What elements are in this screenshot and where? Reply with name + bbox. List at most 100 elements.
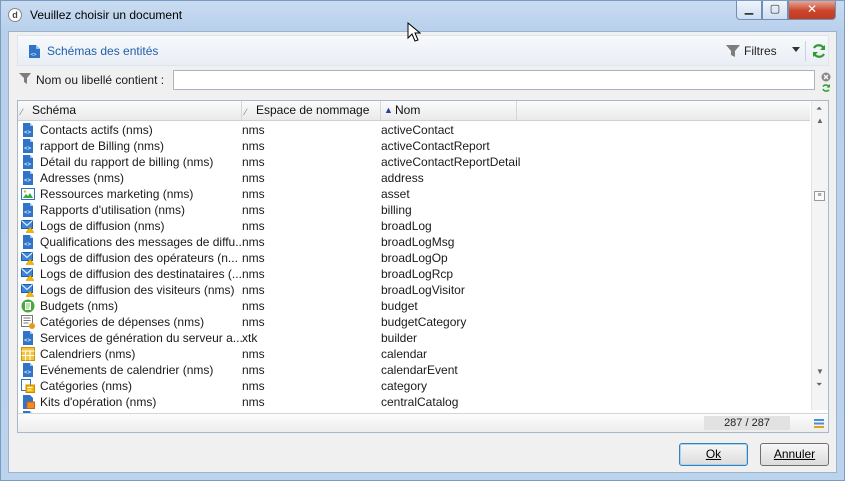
chevron-down-icon[interactable] xyxy=(792,47,800,52)
scroll-bottom-icon[interactable]: ⏷ xyxy=(816,380,822,390)
maximize-button[interactable]: ▢ xyxy=(762,1,788,20)
asset-image-icon xyxy=(21,187,35,201)
filters-button[interactable]: Filtres xyxy=(744,44,777,58)
row-schema-label: rapport de Billing (nms) xyxy=(40,139,165,153)
close-button[interactable]: ✕ xyxy=(788,1,836,20)
scroll-down-icon[interactable]: ▼ xyxy=(816,367,824,376)
svg-text:<>: <> xyxy=(24,337,32,344)
table-row[interactable]: <> Rapports d'utilisation (nms) nms billing xyxy=(18,202,810,218)
row-name: activeContactReport xyxy=(381,139,490,153)
row-name: broadLogRcp xyxy=(381,267,454,281)
vertical-scrollbar[interactable]: ⏶ ▲ ≡ ▼ ⏷ xyxy=(811,101,828,410)
title-bar[interactable]: d Veuillez choisir un document ▁ ▢ ✕ xyxy=(1,1,844,31)
table-row[interactable]: <> rapport de Billing (nms) nms activeConta… xyxy=(18,138,810,154)
table-row[interactable]: Kits d'opération (nms) nms centralCatalog xyxy=(18,394,810,410)
calendar-icon xyxy=(21,347,35,361)
table-row[interactable]: Logs de diffusion (nms) nms broadLog xyxy=(18,218,810,234)
row-namespace: nms xyxy=(242,379,265,393)
schema-list: ⁄ Schéma ⁄ Espace de nommage ▲ Nom <> Con… xyxy=(17,100,829,433)
scroll-thumb[interactable]: ≡ xyxy=(814,191,825,201)
table-row[interactable]: <> Contacts actifs (nms) nms activeContact xyxy=(18,122,810,138)
row-schema-label: Rapports d'utilisation (nms) xyxy=(40,203,186,217)
table-row[interactable]: <> Evénements de calendrier (nms) nms calen… xyxy=(18,362,810,378)
app-logo-icon: d xyxy=(8,8,22,22)
reload-filter-icon[interactable] xyxy=(821,83,831,93)
column-header-namespace[interactable]: ⁄ Espace de nommage xyxy=(242,101,381,120)
row-namespace: nms xyxy=(242,187,265,201)
row-name: budget xyxy=(381,299,418,313)
table-row[interactable]: Calendriers (nms) nms calendar xyxy=(18,346,810,362)
row-namespace: nms xyxy=(242,299,265,313)
table-row[interactable]: Logs de diffusion des destinataires (...… xyxy=(18,266,810,282)
delivery-log-icon xyxy=(21,283,35,297)
ok-button[interactable]: Ok xyxy=(679,443,748,466)
row-name: broadLogVisitor xyxy=(381,283,465,297)
row-namespace: nms xyxy=(242,139,265,153)
schema-type-selector[interactable]: Schémas des entités xyxy=(47,44,158,58)
column-header-name[interactable]: ▲ Nom xyxy=(381,101,517,120)
row-schema-label: Catégories (nms) xyxy=(40,379,133,393)
filter-label: Nom ou libellé contient : xyxy=(36,73,165,87)
list-menu-icon[interactable] xyxy=(814,418,824,428)
row-name: asset xyxy=(381,187,410,201)
row-namespace: nms xyxy=(242,283,265,297)
row-schema-label: Détail du rapport de billing (nms) xyxy=(40,155,214,169)
dialog-body: <> Schémas des entités Filtres Nom ou li… xyxy=(8,31,837,473)
svg-text:<>: <> xyxy=(24,129,32,136)
row-name: address xyxy=(381,171,424,185)
table-row[interactable]: <> Services de génération du serveur a...… xyxy=(18,330,810,346)
list-rows: <> Contacts actifs (nms) nms activeContact <… xyxy=(18,122,810,426)
delivery-log-icon xyxy=(21,219,35,233)
delivery-log-icon xyxy=(21,267,35,281)
row-namespace: nms xyxy=(242,363,265,377)
table-row[interactable]: Logs de diffusion des visiteurs (nms) nms… xyxy=(18,282,810,298)
svg-text:<>: <> xyxy=(31,52,37,58)
table-row[interactable]: Catégories de dépenses (nms) nms budgetCat… xyxy=(18,314,810,330)
row-namespace: nms xyxy=(242,123,265,137)
row-namespace: nms xyxy=(242,171,265,185)
resize-marker-icon: ⁄ xyxy=(21,107,23,117)
schema-doc-icon: <> xyxy=(21,235,35,249)
row-name: broadLog xyxy=(381,219,432,233)
row-schema-label: Qualifications des messages de diffu... xyxy=(40,235,242,249)
row-name: centralCatalog xyxy=(381,395,459,409)
table-row[interactable]: Logs de diffusion des opérateurs (n... nm… xyxy=(18,250,810,266)
svg-text:<>: <> xyxy=(24,241,32,248)
filter-funnel-icon xyxy=(19,73,31,84)
table-row[interactable]: <> Détail du rapport de billing (nms) nms a… xyxy=(18,154,810,170)
row-schema-label: Catégories de dépenses (nms) xyxy=(40,315,205,329)
row-schema-label: Logs de diffusion des destinataires (... xyxy=(40,267,242,281)
row-namespace: nms xyxy=(242,203,265,217)
row-namespace: nms xyxy=(242,219,265,233)
budget-icon xyxy=(21,299,35,313)
table-row[interactable]: Ressources marketing (nms) nms asset xyxy=(18,186,810,202)
row-schema-label: Adresses (nms) xyxy=(40,171,125,185)
refresh-icon[interactable] xyxy=(811,43,827,59)
table-row[interactable]: Budgets (nms) nms budget xyxy=(18,298,810,314)
row-name: activeContact xyxy=(381,123,454,137)
scroll-top-icon[interactable]: ⏶ xyxy=(816,104,822,114)
table-row[interactable]: <> Adresses (nms) nms address xyxy=(18,170,810,186)
toolbar-divider xyxy=(805,41,806,61)
name-contains-input[interactable] xyxy=(173,70,815,90)
row-namespace: nms xyxy=(242,315,265,329)
minimize-button[interactable]: ▁ xyxy=(736,1,762,20)
schema-icon: <> xyxy=(29,45,40,58)
row-namespace: nms xyxy=(242,395,265,409)
row-schema-label: Evénements de calendrier (nms) xyxy=(40,363,214,377)
table-row[interactable]: <> Qualifications des messages de diffu..… xyxy=(18,234,810,250)
row-namespace: nms xyxy=(242,347,265,361)
table-row[interactable]: Catégories (nms) nms category xyxy=(18,378,810,394)
row-name: calendarEvent xyxy=(381,363,458,377)
cancel-button[interactable]: Annuler xyxy=(760,443,829,466)
resize-marker-icon: ⁄ xyxy=(245,107,247,117)
scroll-up-icon[interactable]: ▲ xyxy=(816,116,824,125)
filter-row: Nom ou libellé contient : xyxy=(17,70,831,96)
row-schema-label: Logs de diffusion (nms) xyxy=(40,219,165,233)
svg-text:<>: <> xyxy=(24,177,32,184)
column-header-schema[interactable]: ⁄ Schéma xyxy=(18,101,242,120)
row-name: activeContactReportDetail xyxy=(381,155,521,169)
svg-text:<>: <> xyxy=(24,145,32,152)
svg-text:<>: <> xyxy=(24,161,32,168)
clear-filter-icon[interactable] xyxy=(821,72,831,82)
